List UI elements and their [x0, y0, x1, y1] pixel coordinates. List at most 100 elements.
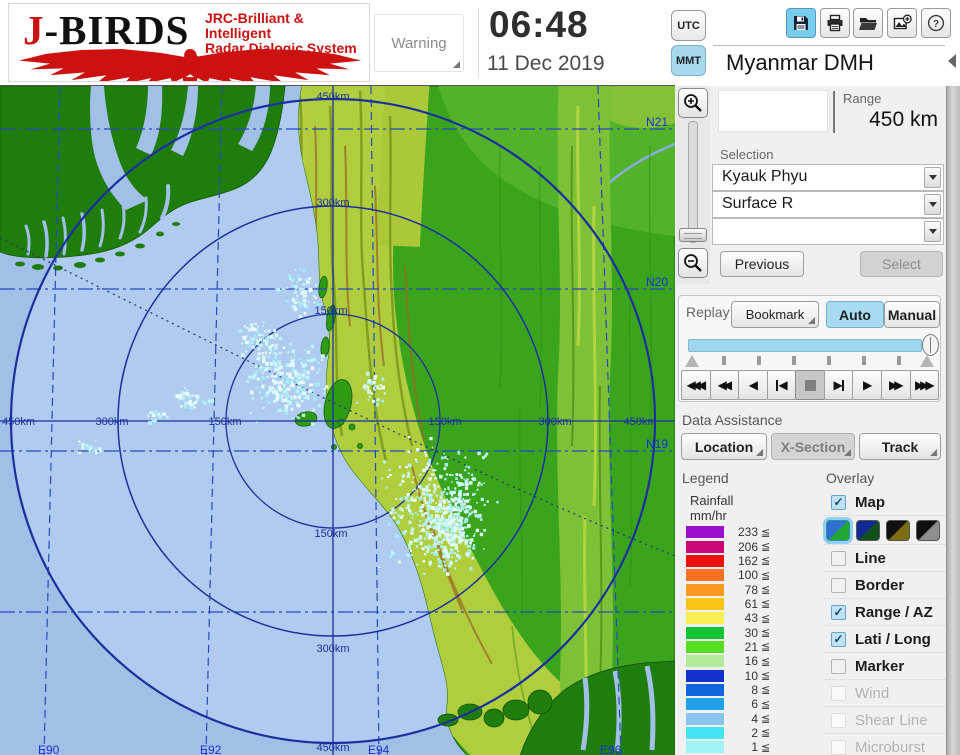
- checkbox[interactable]: [831, 551, 846, 566]
- legend-entry: 61≦: [686, 597, 816, 611]
- forward-button[interactable]: ▶▶: [881, 370, 911, 400]
- overlay-option-marker[interactable]: Marker: [824, 653, 945, 680]
- range-label: Range: [843, 91, 881, 106]
- overlay-option-map[interactable]: ✓Map: [824, 489, 945, 516]
- auto-button[interactable]: Auto: [826, 301, 884, 328]
- clock-date: 11 Dec 2019: [487, 52, 605, 76]
- overlay-option-range-az[interactable]: ✓Range / AZ: [824, 599, 945, 626]
- open-folder-button[interactable]: [853, 8, 883, 38]
- manual-button[interactable]: Manual: [884, 301, 940, 328]
- legend-scale: 233≦206≦162≦100≦78≦61≦43≦30≦21≦16≦10≦8≦6…: [686, 525, 816, 755]
- legend-color-swatch: [686, 684, 724, 696]
- legend-lte-symbol: ≦: [758, 698, 770, 711]
- rewind-fast-button[interactable]: ◀◀◀: [681, 370, 711, 400]
- step-backward-button[interactable]: ◀: [767, 370, 797, 400]
- legend-lte-symbol: ≦: [758, 683, 770, 696]
- mmt-button[interactable]: MMT: [671, 45, 706, 76]
- legend-lte-symbol: ≦: [758, 712, 770, 725]
- range-value: 450 km: [828, 108, 938, 132]
- replay-panel: Replay Bookmark Auto Manual ◀◀◀◀◀◀◀▶▶▶▶▶…: [678, 295, 941, 402]
- dropdown-arrow-button[interactable]: [924, 167, 941, 188]
- select-button[interactable]: Select: [860, 251, 943, 277]
- checkbox[interactable]: [831, 659, 846, 674]
- checkbox[interactable]: ✓: [831, 632, 846, 647]
- dropdown-arrow-button[interactable]: [924, 194, 941, 215]
- slider-start-marker[interactable]: [685, 355, 699, 367]
- legend-entry: 21≦: [686, 640, 816, 654]
- legend-threshold-value: 100: [730, 568, 758, 582]
- lat-label: N19: [646, 437, 668, 451]
- legend-lte-symbol: ≦: [758, 669, 770, 682]
- app-window: J-BIRDS JRC-Brilliant & Intelligent Rada…: [0, 0, 960, 755]
- legend-color-swatch: [686, 698, 724, 710]
- location-button[interactable]: Location: [681, 433, 767, 460]
- save-button[interactable]: [786, 8, 816, 38]
- dropdown-corner-icon: [756, 449, 763, 456]
- checkbox[interactable]: ✓: [831, 495, 846, 510]
- panel-scroll-strip[interactable]: [946, 86, 960, 755]
- legend-entry: 16≦: [686, 654, 816, 668]
- forward-fast-button[interactable]: ▶▶▶: [910, 370, 940, 400]
- radar-map[interactable]: 450km 300km 150km 150km 300km 450km 450k…: [0, 85, 675, 755]
- legend-lte-symbol: ≦: [758, 526, 770, 539]
- legend-threshold-value: 21: [730, 640, 758, 654]
- checkbox: [831, 686, 846, 701]
- replay-slider-handle[interactable]: [922, 334, 939, 356]
- zoom-slider-handle[interactable]: [679, 228, 707, 242]
- print-button[interactable]: [820, 8, 850, 38]
- zoom-in-button[interactable]: [678, 88, 708, 118]
- stop-button[interactable]: [795, 370, 825, 400]
- replay-slider-track[interactable]: [688, 339, 922, 352]
- legend-entry: 43≦: [686, 611, 816, 625]
- svg-text:?: ?: [933, 19, 939, 30]
- range-display-box: [718, 90, 828, 132]
- legend-entry: 78≦: [686, 582, 816, 596]
- utc-button[interactable]: UTC: [671, 10, 706, 41]
- bookmark-button[interactable]: Bookmark: [731, 301, 819, 328]
- map-style-selector: [824, 516, 945, 545]
- map-style-swatch[interactable]: [886, 520, 910, 541]
- ring-label: 450km: [316, 91, 349, 103]
- track-button[interactable]: Track: [859, 433, 941, 460]
- product-dropdown-value: Surface R: [722, 195, 793, 213]
- radar-map-canvas: 450km 300km 150km 150km 300km 450km 450k…: [0, 86, 675, 755]
- map-style-swatch[interactable]: [856, 520, 880, 541]
- station-dropdown[interactable]: Kyauk Phyu: [712, 164, 944, 191]
- legend-threshold-value: 8: [730, 683, 758, 697]
- zoom-slider-track[interactable]: [688, 121, 698, 243]
- map-style-swatch[interactable]: [826, 520, 850, 541]
- panel-collapse-icon[interactable]: [948, 54, 956, 68]
- legend-threshold-value: 4: [730, 712, 758, 726]
- legend-label: Legend: [682, 470, 729, 486]
- step-forward-button[interactable]: ▶: [824, 370, 854, 400]
- ring-label: 300km: [538, 416, 571, 428]
- play-reverse-button[interactable]: ◀: [738, 370, 768, 400]
- dropdown-arrow-button[interactable]: [924, 221, 941, 242]
- play-button[interactable]: ▶: [852, 370, 882, 400]
- legend-color-swatch: [686, 612, 724, 624]
- overlay-option-line[interactable]: Line: [824, 545, 945, 572]
- extra-dropdown[interactable]: [712, 218, 944, 245]
- previous-button[interactable]: Previous: [720, 251, 804, 277]
- capture-add-button[interactable]: [887, 8, 917, 38]
- overlay-option-border[interactable]: Border: [824, 572, 945, 599]
- legend-threshold-value: 43: [730, 611, 758, 625]
- xsection-button[interactable]: X-Section: [771, 433, 855, 460]
- warning-button[interactable]: Warning: [374, 14, 464, 72]
- station-dropdown-value: Kyauk Phyu: [722, 168, 807, 186]
- overlay-option-lati-long[interactable]: ✓Lati / Long: [824, 626, 945, 653]
- checkbox[interactable]: [831, 578, 846, 593]
- legend-entry: 4≦: [686, 711, 816, 725]
- legend-threshold-value: 2: [730, 726, 758, 740]
- slider-end-marker[interactable]: [920, 355, 934, 367]
- zoom-out-button[interactable]: [678, 248, 708, 278]
- dropdown-corner-icon: [844, 449, 851, 456]
- legend-color-swatch: [686, 655, 724, 667]
- lat-label: N20: [646, 275, 668, 289]
- legend-lte-symbol: ≦: [758, 597, 770, 610]
- rewind-button[interactable]: ◀◀: [710, 370, 740, 400]
- product-dropdown[interactable]: Surface R: [712, 191, 944, 218]
- checkbox[interactable]: ✓: [831, 605, 846, 620]
- help-button[interactable]: ?: [921, 8, 951, 38]
- map-style-swatch[interactable]: [916, 520, 940, 541]
